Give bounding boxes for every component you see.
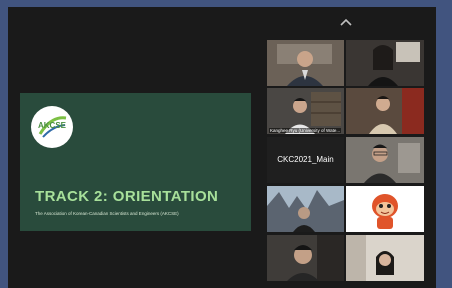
participant-tile[interactable]	[346, 137, 424, 183]
logo-text: AKCSE	[37, 121, 66, 130]
participant-video	[267, 235, 344, 281]
participant-video	[267, 186, 344, 232]
participant-name-center: CKC2021_Main	[277, 155, 334, 164]
participant-video	[346, 235, 424, 281]
participant-name: Kanghee Ryu (University of Wate...	[269, 128, 342, 133]
participant-tile[interactable]	[267, 235, 344, 281]
participant-video	[346, 40, 424, 86]
participant-tile-active-speaker[interactable]: Kanghee Ryu (University of Wate...	[267, 88, 344, 134]
mascot-avatar-icon	[346, 186, 424, 232]
participant-tile[interactable]	[346, 186, 424, 232]
participant-tile[interactable]	[346, 235, 424, 281]
shared-screen-slide: AKCSE TRACK 2: ORIENTATION The Associati…	[20, 93, 251, 231]
participant-tile[interactable]	[346, 88, 424, 134]
participant-tile[interactable]	[267, 186, 344, 232]
slide-subtitle: The Association of Korean-Canadian Scien…	[35, 211, 179, 216]
participant-video	[346, 88, 424, 134]
chevron-up-icon[interactable]	[339, 17, 353, 27]
participant-tile[interactable]	[267, 40, 344, 86]
akcse-logo: AKCSE	[31, 106, 73, 148]
participant-video	[346, 137, 424, 183]
participant-tile[interactable]	[346, 40, 424, 86]
participant-video	[267, 40, 344, 86]
slide-title: TRACK 2: ORIENTATION	[35, 188, 219, 205]
participant-tile-video-off[interactable]: CKC2021_Main	[267, 137, 344, 183]
